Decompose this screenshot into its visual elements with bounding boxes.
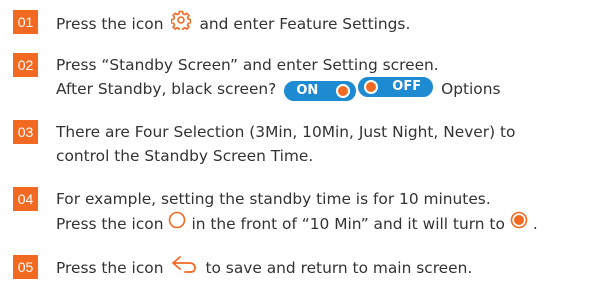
step-text: Press the icon to save and return to mai… (56, 255, 472, 280)
toggle-group: ON OFF (284, 77, 434, 101)
toggle-knob-icon (336, 84, 351, 98)
step-text-line2: control the Standby Screen Time. (56, 147, 314, 165)
step-text-part: Press the icon (56, 214, 164, 233)
step-text: Press the icon and enter Feature Setting… (56, 10, 410, 37)
step-text-part: in the front of “10 Min” and it will tur… (191, 214, 505, 233)
radio-selected-icon (510, 211, 528, 236)
step-text: Press “Standby Screen” and enter Setting… (56, 56, 439, 74)
toggle-off[interactable]: OFF (358, 77, 434, 97)
step-number: 04 (13, 187, 38, 211)
step-text: There are Four Selection (3Min, 10Min, J… (56, 123, 516, 141)
gear-icon (170, 10, 192, 37)
step-text: For example, setting the standby time is… (56, 190, 491, 208)
toggle-knob-icon (364, 80, 379, 94)
toggle-on[interactable]: ON (284, 81, 357, 101)
step-number: 01 (13, 10, 38, 34)
step-number: 05 (13, 255, 38, 279)
step-text-part: . (532, 214, 538, 233)
step-text-part: After Standby, black screen? (56, 80, 277, 98)
toggle-off-label: OFF (392, 79, 422, 94)
step-text-line2: After Standby, black screen? ON OFF Opti… (56, 77, 501, 101)
step-text-part: Press the icon (56, 258, 164, 277)
step-number: 03 (13, 120, 38, 144)
back-arrow-icon (171, 255, 197, 280)
step-number: 02 (13, 53, 38, 77)
step-text-line2: Press the icon in the front of “10 Min” … (56, 211, 538, 236)
step-text-part: Options (441, 80, 501, 98)
step-text-part: Press the icon (56, 14, 164, 33)
step-text-part: and enter Feature Settings. (199, 14, 411, 33)
step-text-part: to save and return to main screen. (205, 258, 473, 277)
radio-empty-icon (168, 211, 186, 236)
toggle-on-label: ON (296, 83, 319, 98)
